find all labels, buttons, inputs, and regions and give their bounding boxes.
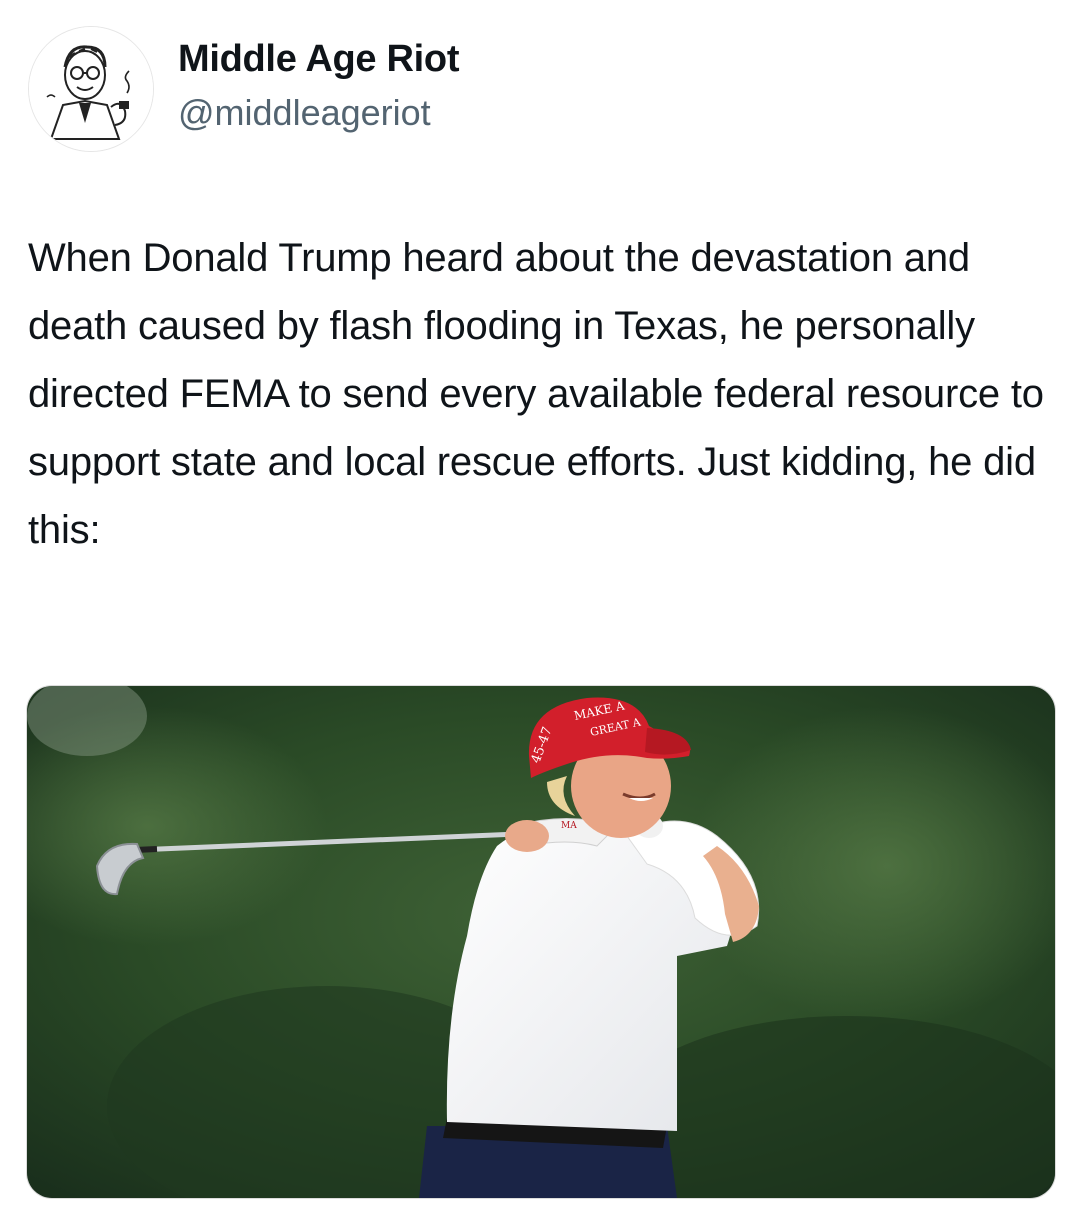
collar-text: MA bbox=[561, 821, 577, 831]
post-card: Middle Age Riot @middleageriot When Dona… bbox=[0, 0, 1080, 1225]
author-handle[interactable]: @middleageriot bbox=[178, 92, 431, 134]
cartoon-man-avatar-icon bbox=[29, 27, 153, 151]
golfer-photo: MAKE A GREAT A 45-47 MA bbox=[27, 686, 1055, 1198]
author-avatar[interactable] bbox=[28, 26, 154, 152]
post-image[interactable]: MAKE A GREAT A 45-47 MA bbox=[26, 685, 1056, 1199]
author-display-name[interactable]: Middle Age Riot bbox=[178, 38, 459, 81]
post-text: When Donald Trump heard about the devast… bbox=[28, 236, 1044, 552]
